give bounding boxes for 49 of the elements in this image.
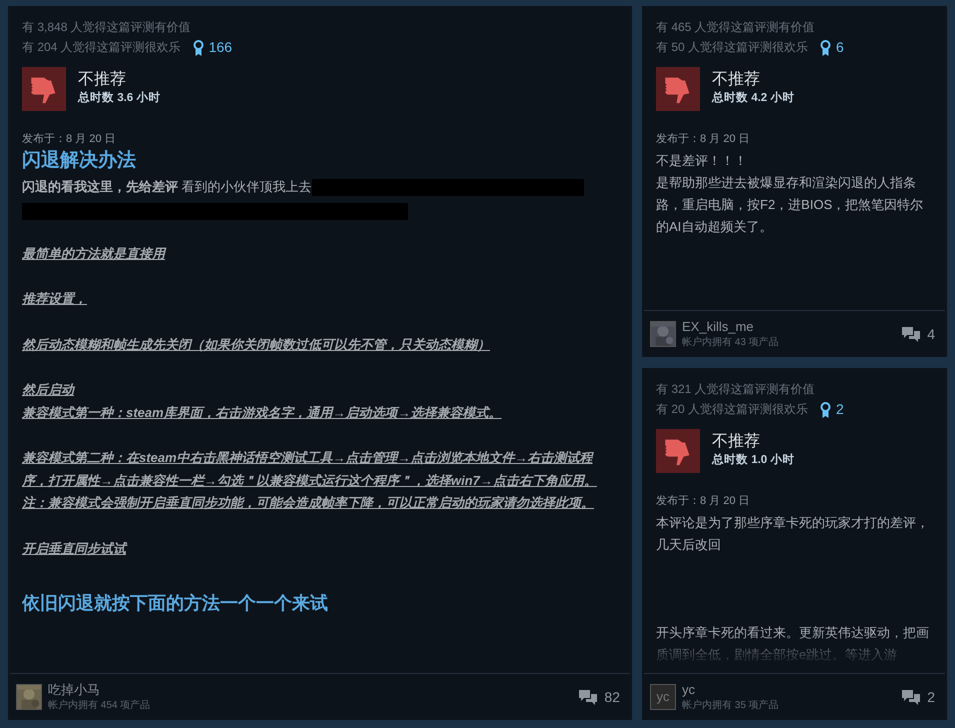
award-count: 6 [836,38,844,57]
review-title: 闪退解决办法 [22,148,137,172]
comment-count: 82 [604,688,620,706]
review-text: 然后启动 [22,381,76,399]
review-text: 然后动态模糊和帧生成先关闭（如果你关闭帧数过低可以先不管，只关动态模糊） [22,336,491,354]
review-text: 推荐设置， [22,290,88,308]
comment-count: 4 [927,324,935,344]
verdict: 不推荐 [712,70,761,90]
product-count: 帐户内拥有 454 项产品 [48,698,150,712]
avatar[interactable]: yc [650,684,676,710]
funny-count: 有 50 人觉得这篇评测很欢乐 [656,39,808,56]
verdict: 不推荐 [78,70,127,90]
verdict: 不推荐 [712,432,761,452]
author-name[interactable]: yc [682,682,779,698]
thumbs-down-icon [656,429,700,473]
award-icon [820,40,832,56]
author-name[interactable]: 吃掉小马 [48,682,150,698]
posted-date: 发布于：8 月 20 日 [656,494,751,509]
helpful-count: 有 3,848 人觉得这篇评测有价值 [22,19,192,36]
helpful-count: 有 465 人觉得这篇评测有价值 [656,19,816,36]
thumbs-down-icon [22,67,66,111]
funny-count: 有 204 人觉得这篇评测很欢乐 [22,39,181,56]
comments-icon [578,688,598,706]
comments-icon [901,326,922,342]
helpful-count: 有 321 人觉得这篇评测有价值 [656,381,816,398]
review-text: 开头序章卡死的看过来。更新英伟达驱动，把画质调到全低，剧情全部按e跳过。等进入游 [656,624,930,664]
posted-date: 发布于：8 月 20 日 [22,132,117,147]
funny-count: 有 20 人觉得这篇评测很欢乐 [656,401,808,418]
award-icon [192,40,204,56]
review-text: 最简单的方法就是直接用 [22,244,168,262]
playtime: 总时数 1.0 小时 [712,452,794,468]
product-count: 帐户内拥有 35 项产品 [682,698,779,712]
award-count: 2 [836,400,844,419]
review-text: 不是差评！！！ [656,152,748,170]
award-count: 166 [208,38,232,57]
award-icon [820,402,832,418]
review-text: 是帮助那些进去被爆显存和渲染闪退的人指条路，重启电脑，按F2，进BIOS，把煞笔因特尔的AI自动超频关了。 [656,174,924,236]
playtime: 总时数 3.6 小时 [78,90,160,106]
thumbs-down-icon [656,67,700,111]
playtime: 总时数 4.2 小时 [712,90,794,106]
comment-count: 2 [927,688,935,706]
author-name[interactable]: EX_kills_me [682,318,779,334]
posted-date: 发布于：8 月 20 日 [656,132,751,147]
comments-icon [901,688,922,706]
review-text: 兼容模式第一种：steam库界面，右击游戏名字，通用→启动选项→选择兼容模式。 [22,404,503,422]
review-text: 本评论是为了那些序章卡死的玩家才打的差评，几天后改回 [656,514,930,554]
review-text: 开启垂直同步试试 [22,540,128,558]
review-text: 闪退的看我这里，先给差评 看到的小伙伴顶我上去 [22,178,312,194]
product-count: 帐户内拥有 43 项产品 [682,336,779,350]
